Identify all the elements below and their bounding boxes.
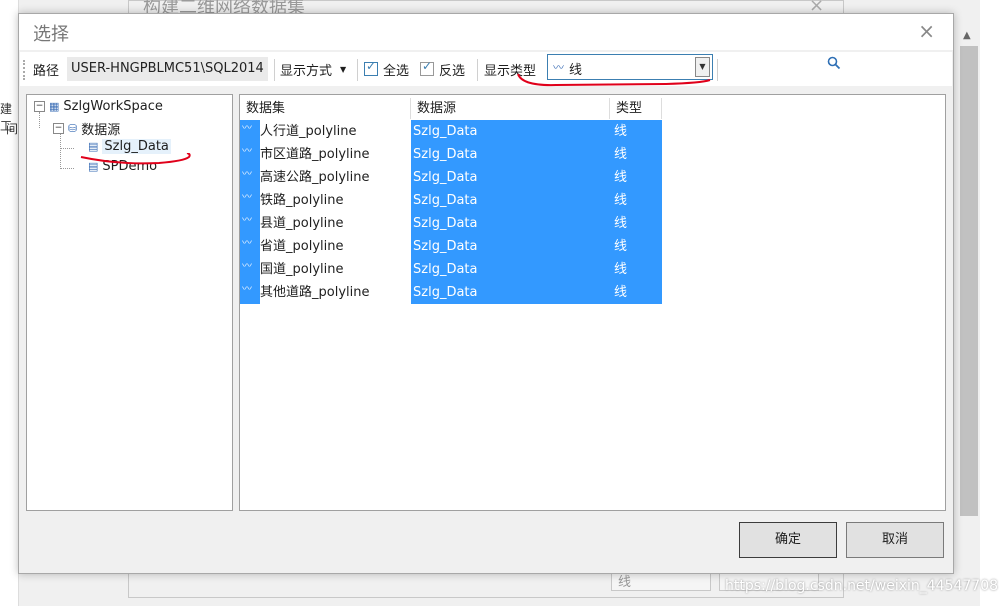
cell-datasource: Szlg_Data <box>411 281 610 304</box>
toolbar-separator <box>274 59 275 81</box>
invert-selection-button[interactable]: 反选 <box>420 52 465 86</box>
cell-dataset: 人行道_polyline <box>260 124 357 139</box>
tree-node-workspace[interactable]: − ▦ SzlgWorkSpace <box>34 99 163 114</box>
scroll-up-icon[interactable]: ▲ <box>963 30 971 41</box>
cell-type: 线 <box>610 120 662 143</box>
invert-selection-label: 反选 <box>439 63 466 79</box>
line-dataset-icon: 〰 <box>240 166 260 189</box>
toolbar-grip[interactable] <box>23 60 27 80</box>
collapse-icon[interactable]: − <box>53 123 64 134</box>
tree-node-label: Szlg_Data <box>102 139 171 154</box>
workspace-icon: ▦ <box>49 100 60 113</box>
cell-type: 线 <box>610 258 662 281</box>
display-mode-label: 显示方式 <box>280 63 333 79</box>
dialog-titlebar: 选择 × <box>19 14 953 50</box>
dialog-title: 选择 <box>33 24 69 45</box>
cell-type: 线 <box>610 212 662 235</box>
select-dialog: 选择 × 路径 USER-HNGPBLMC51\SQL2014 显示方式 ▼ 全… <box>18 13 954 574</box>
cell-datasource: Szlg_Data <box>411 143 610 166</box>
tree-connector <box>60 168 74 169</box>
ok-button[interactable]: 确定 <box>739 522 837 558</box>
path-label: 路径 <box>33 63 60 79</box>
line-dataset-icon: 〰 <box>240 189 260 212</box>
line-dataset-icon: 〰 <box>240 143 260 166</box>
cell-type: 线 <box>610 166 662 189</box>
toolbar-separator <box>357 59 358 81</box>
tree-connector <box>39 112 40 128</box>
table-row[interactable]: 〰县道_polyline Szlg_Data 线 <box>240 212 662 235</box>
toolbar-separator <box>477 59 478 81</box>
close-icon[interactable]: × <box>918 19 935 43</box>
line-dataset-icon: 〰 <box>240 235 260 258</box>
background-edge <box>980 0 1006 606</box>
cell-dataset: 县道_polyline <box>260 216 344 231</box>
chevron-down-icon: ▼ <box>340 64 347 74</box>
line-dataset-icon: 〰 <box>240 281 260 304</box>
column-header-dataset[interactable]: 数据集 <box>240 98 411 119</box>
tree-node-datasources[interactable]: − ⛁ 数据源 <box>53 119 120 138</box>
line-dataset-icon: 〰 <box>240 258 260 281</box>
cell-type: 线 <box>610 143 662 166</box>
table-row[interactable]: 〰国道_polyline Szlg_Data 线 <box>240 258 662 281</box>
table-row[interactable]: 〰市区道路_polyline Szlg_Data 线 <box>240 143 662 166</box>
tree-node-label: SzlgWorkSpace <box>63 99 163 114</box>
cancel-button[interactable]: 取消 <box>846 522 944 558</box>
tree-node-label: 数据源 <box>81 123 121 138</box>
tree-connector <box>60 148 74 149</box>
collapse-icon[interactable]: − <box>34 101 45 112</box>
datasource-icon: ⛁ <box>68 122 78 135</box>
cell-type: 线 <box>610 281 662 304</box>
cell-dataset: 国道_polyline <box>260 262 344 277</box>
column-header-datasource[interactable]: 数据源 <box>411 98 610 119</box>
line-dataset-icon: 〰 <box>240 120 260 143</box>
red-annotation-underline <box>80 153 191 165</box>
cell-datasource: Szlg_Data <box>411 166 610 189</box>
cell-datasource: Szlg_Data <box>411 120 610 143</box>
cell-type: 线 <box>610 189 662 212</box>
cell-datasource: Szlg_Data <box>411 258 610 281</box>
cell-dataset: 铁路_polyline <box>260 193 344 208</box>
path-field: USER-HNGPBLMC51\SQL2014 <box>67 57 268 81</box>
cell-dataset: 其他道路_polyline <box>260 285 370 300</box>
scroll-thumb[interactable] <box>960 46 978 516</box>
table-row[interactable]: 〰高速公路_polyline Szlg_Data 线 <box>240 166 662 189</box>
select-all-button[interactable]: 全选 <box>364 52 409 86</box>
cell-type: 线 <box>610 235 662 258</box>
tree-connector <box>60 133 61 169</box>
red-annotation-underline <box>517 73 711 87</box>
toolbar: 路径 USER-HNGPBLMC51\SQL2014 显示方式 ▼ 全选 反选 … <box>20 52 952 86</box>
cell-dataset: 高速公路_polyline <box>260 170 370 185</box>
table-row[interactable]: 〰省道_polyline Szlg_Data 线 <box>240 235 662 258</box>
watermark: https://blog.csdn.net/weixin_44547708 <box>725 578 999 594</box>
search-icon[interactable] <box>827 56 841 74</box>
background-panel: 建工 间 <box>0 0 19 606</box>
background-text: 间 <box>6 122 19 136</box>
display-mode-button[interactable]: 显示方式 ▼ <box>280 52 346 86</box>
cell-datasource: Szlg_Data <box>411 189 610 212</box>
datasource-tree[interactable]: − ▦ SzlgWorkSpace − ⛁ 数据源 ▤ Szlg_Data ▤ … <box>26 94 233 511</box>
database-icon: ▤ <box>88 140 99 153</box>
tree-node-szlg-data[interactable]: ▤ Szlg_Data <box>88 139 171 154</box>
table-row[interactable]: 〰铁路_polyline Szlg_Data 线 <box>240 189 662 212</box>
cell-datasource: Szlg_Data <box>411 212 610 235</box>
column-header-type[interactable]: 类型 <box>610 98 662 119</box>
invert-selection-icon <box>420 59 434 76</box>
table-row[interactable]: 〰人行道_polyline Szlg_Data 线 <box>240 120 662 143</box>
select-all-label: 全选 <box>383 63 410 79</box>
dataset-grid[interactable]: 数据集 数据源 类型 〰人行道_polyline Szlg_Data 线〰市区道路_… <box>239 94 946 511</box>
select-all-icon <box>364 59 378 76</box>
background-scrollbar[interactable]: ▲ <box>958 24 980 606</box>
cell-dataset: 省道_polyline <box>260 239 344 254</box>
table-row[interactable]: 〰其他道路_polyline Szlg_Data 线 <box>240 281 662 304</box>
line-dataset-icon: 〰 <box>240 212 260 235</box>
cell-dataset: 市区道路_polyline <box>260 147 370 162</box>
toolbar-separator <box>717 59 718 81</box>
cell-datasource: Szlg_Data <box>411 235 610 258</box>
